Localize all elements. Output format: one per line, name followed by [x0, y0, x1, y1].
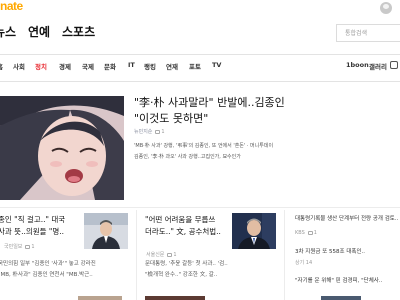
bottom-row-mid [145, 290, 275, 300]
hero-related-link-2[interactable]: 김종인, '李·朴 과오' 사과 강행..고집인가, 묘수인가 [134, 152, 324, 163]
side-news-source: KBS [295, 230, 305, 236]
hero-source: 뉴민지순 [134, 129, 153, 135]
comment-icon [167, 252, 173, 257]
comment-icon [307, 230, 313, 235]
card-divider [284, 210, 285, 300]
bottom-thumbnail-3[interactable] [321, 296, 361, 300]
card-left-source: 국민일보 [4, 244, 23, 250]
card-left-related-1[interactable]: 국민의힘 일부 "김종인 '사과'" 놓고 강라진 [0, 259, 96, 267]
card-mid-related-2[interactable]: "檢개혁 완수.." 강조한 文, 갈.. [145, 270, 217, 278]
hero-illustration [0, 96, 124, 200]
card-left-thumbnail[interactable] [84, 213, 128, 249]
comment-icon [25, 244, 31, 249]
category-society[interactable]: 사회 [13, 61, 25, 71]
hero-comment-count: 1 [161, 129, 165, 135]
card-mid-related-1[interactable]: 문대통령, '추윤 갈등' 첫 사과.. '검.. [145, 259, 228, 267]
card-left-comment-count: 1 [31, 244, 35, 250]
hero-related: 'MB·朴 사과' 강행, '弔事'의 김종인, 또 언에서 '혼돈' · 머니… [134, 141, 324, 163]
card-left-headline-line2[interactable]: 사과 뜻..의원들 "명.. [0, 226, 64, 238]
bottom-thumbnail-2[interactable] [145, 296, 205, 300]
category-it[interactable]: IT [128, 61, 135, 69]
category-tv[interactable]: TV [212, 61, 221, 69]
header-divider [0, 54, 400, 55]
side-news-item-1[interactable]: 대통령기록물 생산 단계부터 전량 공개 검토.. [295, 214, 398, 224]
side-news-item-1-meta: KBS 1 [295, 230, 317, 236]
card-mid-thumbnail[interactable] [232, 213, 276, 249]
bottom-row-left [4, 290, 124, 300]
card-mid-meta: 서울신문 1 [146, 251, 177, 258]
comment-icon [155, 129, 161, 134]
side-news-item-3[interactable]: "자기를 운 위해" 핀 검경피, "단체사.. [295, 276, 382, 286]
site-logo[interactable]: nate [0, 0, 23, 13]
nav-divider [0, 81, 400, 82]
card-divider [136, 210, 137, 300]
search-input[interactable]: 통합검색 [336, 24, 400, 42]
person-photo [84, 213, 128, 249]
section-tab-entertainment[interactable]: 연예 [28, 23, 50, 40]
category-home[interactable]: 홈 [0, 61, 3, 71]
category-series[interactable]: 연재 [166, 61, 178, 71]
top-bar: nate [0, 0, 400, 16]
hero-headline[interactable]: "李·朴 사과말라" 반발에..김종인 "이것도 못하면" [134, 95, 334, 127]
section-divider [0, 207, 400, 208]
category-world[interactable]: 국제 [82, 61, 94, 71]
hero-meta: 뉴민지순 1 [134, 128, 165, 135]
category-nav: 홈 사회 정치 경제 국제 문화 IT 랭킹 연재 포토 TV 1boon 갤러… [0, 61, 400, 75]
section-tab-news[interactable]: 뉴스 [0, 23, 16, 40]
menu-more-icon[interactable] [390, 61, 398, 69]
card-mid-headline-line1[interactable]: "어떤 어려움을 무릅쓰 [145, 214, 215, 226]
card-left-related-2[interactable]: "MB, 朴사과" 김종인 연천서 "MB.박근.. [0, 270, 93, 278]
category-ranking[interactable]: 랭킹 [144, 61, 156, 71]
section-tab-sports[interactable]: 스포츠 [62, 23, 95, 40]
person-photo [232, 213, 276, 249]
hero-headline-line2: "이것도 못하면" [134, 112, 209, 125]
search-placeholder: 통합검색 [345, 30, 368, 37]
card-mid-comment-count: 1 [173, 252, 177, 258]
category-photo[interactable]: 포토 [189, 61, 201, 71]
bottom-row-right [295, 290, 395, 300]
category-gallery[interactable]: 갤러리 [369, 61, 387, 71]
card-left-headline-line1[interactable]: 종인 "직 걸고.." 대국 [0, 214, 65, 226]
category-culture[interactable]: 문화 [104, 61, 116, 71]
category-economy[interactable]: 경제 [59, 61, 71, 71]
category-politics[interactable]: 정치 [35, 61, 47, 71]
hero-related-link-1[interactable]: 'MB·朴 사과' 강행, '弔事'의 김종인, 또 언에서 '혼돈' · 머니… [134, 141, 324, 152]
side-news-comment-count: 1 [313, 230, 317, 236]
card-mid-headline-line2[interactable]: 더라도.." 文, 공수처법.. [145, 226, 221, 238]
hero-thumbnail-image[interactable] [0, 96, 124, 200]
card-mid-source: 서울신문 [146, 252, 165, 258]
category-1boon[interactable]: 1boon [346, 61, 369, 69]
hero-headline-line1: "李·朴 사과말라" 반발에..김종인 [134, 96, 285, 109]
card-left-meta: 국민일보 1 [4, 243, 35, 250]
side-news-item-2-meta: 상기 14 [295, 260, 313, 266]
user-avatar-icon[interactable] [380, 2, 392, 14]
side-news-item-2[interactable]: 3차 지원금 또 558조 대폭인.. [295, 247, 365, 257]
bottom-thumbnail-1[interactable] [78, 296, 122, 300]
